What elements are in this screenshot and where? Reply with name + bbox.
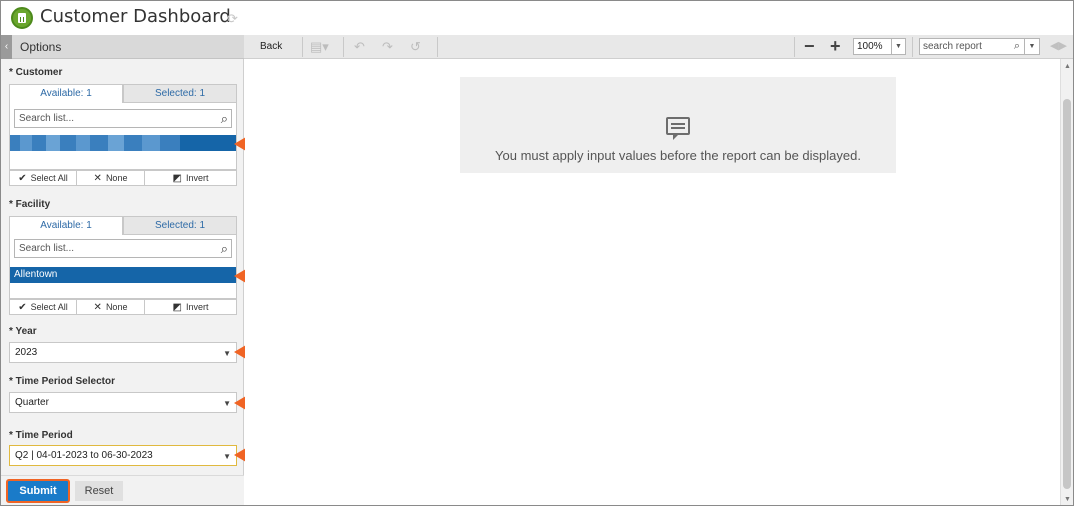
search-icon[interactable]: ⌕ <box>1014 40 1020 53</box>
comment-icon <box>666 117 690 140</box>
facility-list-item[interactable]: Allentown <box>10 267 236 283</box>
facility-search-placeholder: Search list... <box>19 243 75 254</box>
zoom-select[interactable]: 100% ▼ <box>853 38 906 55</box>
time-period-value: Q2 | 04-01-2023 to 06-30-2023 <box>15 450 153 461</box>
none-label: None <box>105 302 128 312</box>
facility-label: * Facility <box>9 199 51 210</box>
year-label: * Year <box>9 326 37 337</box>
none-button[interactable]: ✕ None <box>77 171 145 185</box>
customer-tabs: Available: 1 Selected: 1 <box>9 84 237 103</box>
app-window: Customer Dashboard ⟳ ‹ Options Back ▤▾ ↶… <box>0 0 1074 506</box>
search-report-input[interactable]: search report ⌕ <box>919 38 1025 55</box>
search-options-chevron-icon[interactable]: ▼ <box>1024 38 1040 55</box>
tab-customer-selected[interactable]: Selected: 1 <box>123 84 237 103</box>
submit-button[interactable]: Submit <box>6 479 70 503</box>
scroll-down-icon[interactable]: ▼ <box>1064 496 1071 503</box>
none-button[interactable]: ✕ None <box>77 300 145 314</box>
facility-list: Search list... ⌕ Allentown <box>9 235 237 299</box>
toolbar-divider <box>343 37 344 57</box>
toolbar-divider <box>302 37 303 57</box>
scroll-up-icon[interactable]: ▲ <box>1064 63 1071 70</box>
reset-button[interactable]: Reset <box>75 481 123 501</box>
none-label: None <box>105 173 128 183</box>
facility-list-actions: ✔ Select All ✕ None ◩ Invert <box>9 299 237 315</box>
report-scrollbar[interactable]: ▲ ▼ <box>1060 59 1073 505</box>
zoom-in-icon[interactable]: + <box>830 36 841 57</box>
select-all-button[interactable]: ✔ Select All <box>10 300 77 314</box>
select-all-label: Select All <box>30 302 68 312</box>
customer-search-input[interactable]: Search list... ⌕ <box>14 109 232 128</box>
customer-list-actions: ✔ Select All ✕ None ◩ Invert <box>9 170 237 186</box>
customer-label: * Customer <box>9 67 63 78</box>
time-period-label: * Time Period <box>9 430 73 441</box>
facility-tabs: Available: 1 Selected: 1 <box>9 216 237 235</box>
undo-icon[interactable]: ↶ <box>354 39 365 55</box>
report-canvas: You must apply input values before the r… <box>245 59 1060 505</box>
chevron-down-icon: ▼ <box>223 349 231 358</box>
year-value: 2023 <box>15 347 38 358</box>
customer-search-placeholder: Search list... <box>19 113 75 124</box>
invert-icon: ◩ <box>172 302 182 313</box>
page-title: Customer Dashboard <box>40 6 231 27</box>
select-all-button[interactable]: ✔ Select All <box>10 171 77 185</box>
x-icon: ✕ <box>93 302 102 313</box>
check-icon: ✔ <box>18 173 27 184</box>
search-icon[interactable]: ⌕ <box>221 241 228 257</box>
invert-icon: ◩ <box>172 173 182 184</box>
search-report-placeholder: search report <box>923 41 982 52</box>
invert-button[interactable]: ◩ Invert <box>145 300 236 314</box>
toolbar-divider <box>437 37 438 57</box>
x-icon: ✕ <box>93 173 102 184</box>
tab-facility-selected[interactable]: Selected: 1 <box>123 216 237 235</box>
chevron-down-icon[interactable]: ▼ <box>891 39 905 54</box>
customer-list-item[interactable] <box>10 135 236 151</box>
options-panel: * Customer Available: 1 Selected: 1 Sear… <box>1 59 244 505</box>
report-toolbar: Back ▤▾ ↶ ↷ ↺ − + 100% ▼ search report ⌕… <box>244 35 1073 59</box>
chevron-down-icon: ▼ <box>223 452 231 461</box>
invert-button[interactable]: ◩ Invert <box>145 171 236 185</box>
search-icon[interactable]: ⌕ <box>221 111 228 127</box>
page-nav-icon[interactable]: ◀▶ <box>1050 39 1067 52</box>
select-all-label: Select All <box>30 173 68 183</box>
reset-view-icon[interactable]: ↺ <box>410 39 421 55</box>
toolbar-divider <box>912 37 913 57</box>
year-select[interactable]: 2023 ▼ <box>9 342 237 363</box>
tab-customer-available[interactable]: Available: 1 <box>9 84 123 103</box>
refresh-icon[interactable]: ⟳ <box>227 12 240 25</box>
scroll-thumb[interactable] <box>1063 99 1071 489</box>
invert-label: Invert <box>185 173 209 183</box>
report-logo-icon <box>11 7 33 29</box>
time-period-selector-select[interactable]: Quarter ▼ <box>9 392 237 413</box>
options-title: Options <box>20 40 62 54</box>
title-bar: Customer Dashboard ⟳ <box>1 1 1073 35</box>
check-icon: ✔ <box>18 302 27 313</box>
export-icon[interactable]: ▤▾ <box>310 39 329 55</box>
time-period-selector-value: Quarter <box>15 397 49 408</box>
time-period-select[interactable]: Q2 | 04-01-2023 to 06-30-2023 ▼ <box>9 445 237 466</box>
empty-report-message: You must apply input values before the r… <box>460 77 896 173</box>
zoom-out-icon[interactable]: − <box>804 36 815 57</box>
zoom-value: 100% <box>857 41 883 52</box>
chevron-down-icon: ▼ <box>223 399 231 408</box>
tab-facility-available[interactable]: Available: 1 <box>9 216 123 235</box>
options-header: ‹ Options <box>1 35 244 59</box>
invert-label: Invert <box>185 302 209 312</box>
customer-list: Search list... ⌕ <box>9 103 237 170</box>
report-message-text: You must apply input values before the r… <box>495 148 861 163</box>
back-button[interactable]: Back <box>260 41 282 52</box>
facility-search-input[interactable]: Search list... ⌕ <box>14 239 232 258</box>
form-buttons: Submit Reset <box>1 475 244 505</box>
redo-icon[interactable]: ↷ <box>382 39 393 55</box>
toolbar-divider <box>794 37 795 57</box>
time-period-selector-label: * Time Period Selector <box>9 376 115 387</box>
collapse-panel-icon[interactable]: ‹ <box>1 35 12 59</box>
